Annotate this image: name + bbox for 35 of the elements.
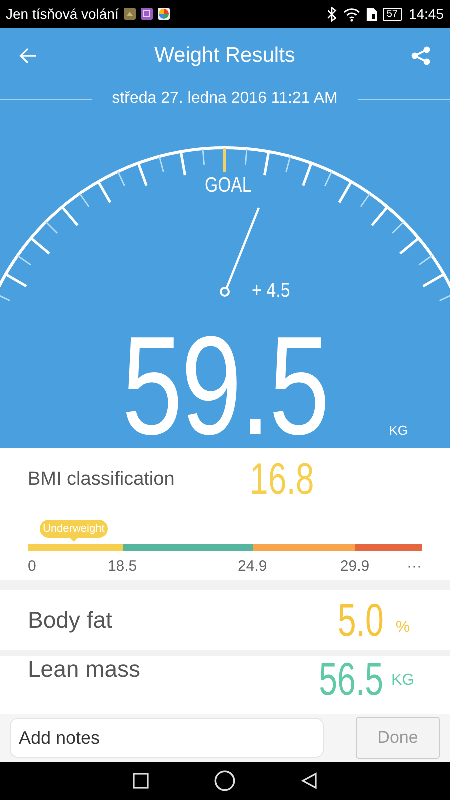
notes-field[interactable]: Add notes <box>10 718 324 758</box>
difference-text: + 4.5 <box>252 280 290 303</box>
weight-value: 59.5 <box>122 330 328 442</box>
back-arrow-icon[interactable] <box>19 46 39 66</box>
battery-indicator: 57 <box>382 8 402 20</box>
bmi-value: 16.8 <box>250 455 314 505</box>
metric-value: 5.0 <box>338 597 384 643</box>
done-button[interactable]: Done <box>356 717 440 759</box>
metric-label: Body fat <box>28 606 114 634</box>
recent-apps-button[interactable] <box>132 772 150 790</box>
date-text: středa 27. ledna 2016 11:21 AM <box>112 90 338 108</box>
home-button[interactable] <box>214 770 236 792</box>
app-icon <box>124 8 136 20</box>
back-nav-button[interactable] <box>300 772 318 790</box>
share-icon[interactable] <box>411 46 431 66</box>
clock-text: 14:45 <box>408 6 444 22</box>
bmi-label: BMI classification <box>28 469 176 491</box>
app-icon <box>140 8 153 20</box>
scale-label: 18.5 <box>108 558 138 575</box>
metric-label: Lean mass <box>28 656 142 683</box>
metric-unit: KG <box>390 672 416 690</box>
scale-label: 29.9 <box>340 558 370 575</box>
photos-icon <box>158 8 170 20</box>
scale-label: 24.9 <box>238 558 268 575</box>
weight-unit: KG <box>389 423 408 438</box>
metric-unit: % <box>394 619 412 637</box>
metric-value: 56.5 <box>320 656 384 702</box>
goal-label: GOAL <box>205 174 252 198</box>
sim-card-icon <box>366 6 378 22</box>
wifi-icon <box>342 6 361 22</box>
bluetooth-icon <box>326 6 338 22</box>
screen-title: Weight Results <box>154 44 296 68</box>
carrier-text: Jen tísňová volání <box>6 6 119 22</box>
scale-label: ··· <box>407 558 422 575</box>
scale-label: 0 <box>28 558 36 575</box>
